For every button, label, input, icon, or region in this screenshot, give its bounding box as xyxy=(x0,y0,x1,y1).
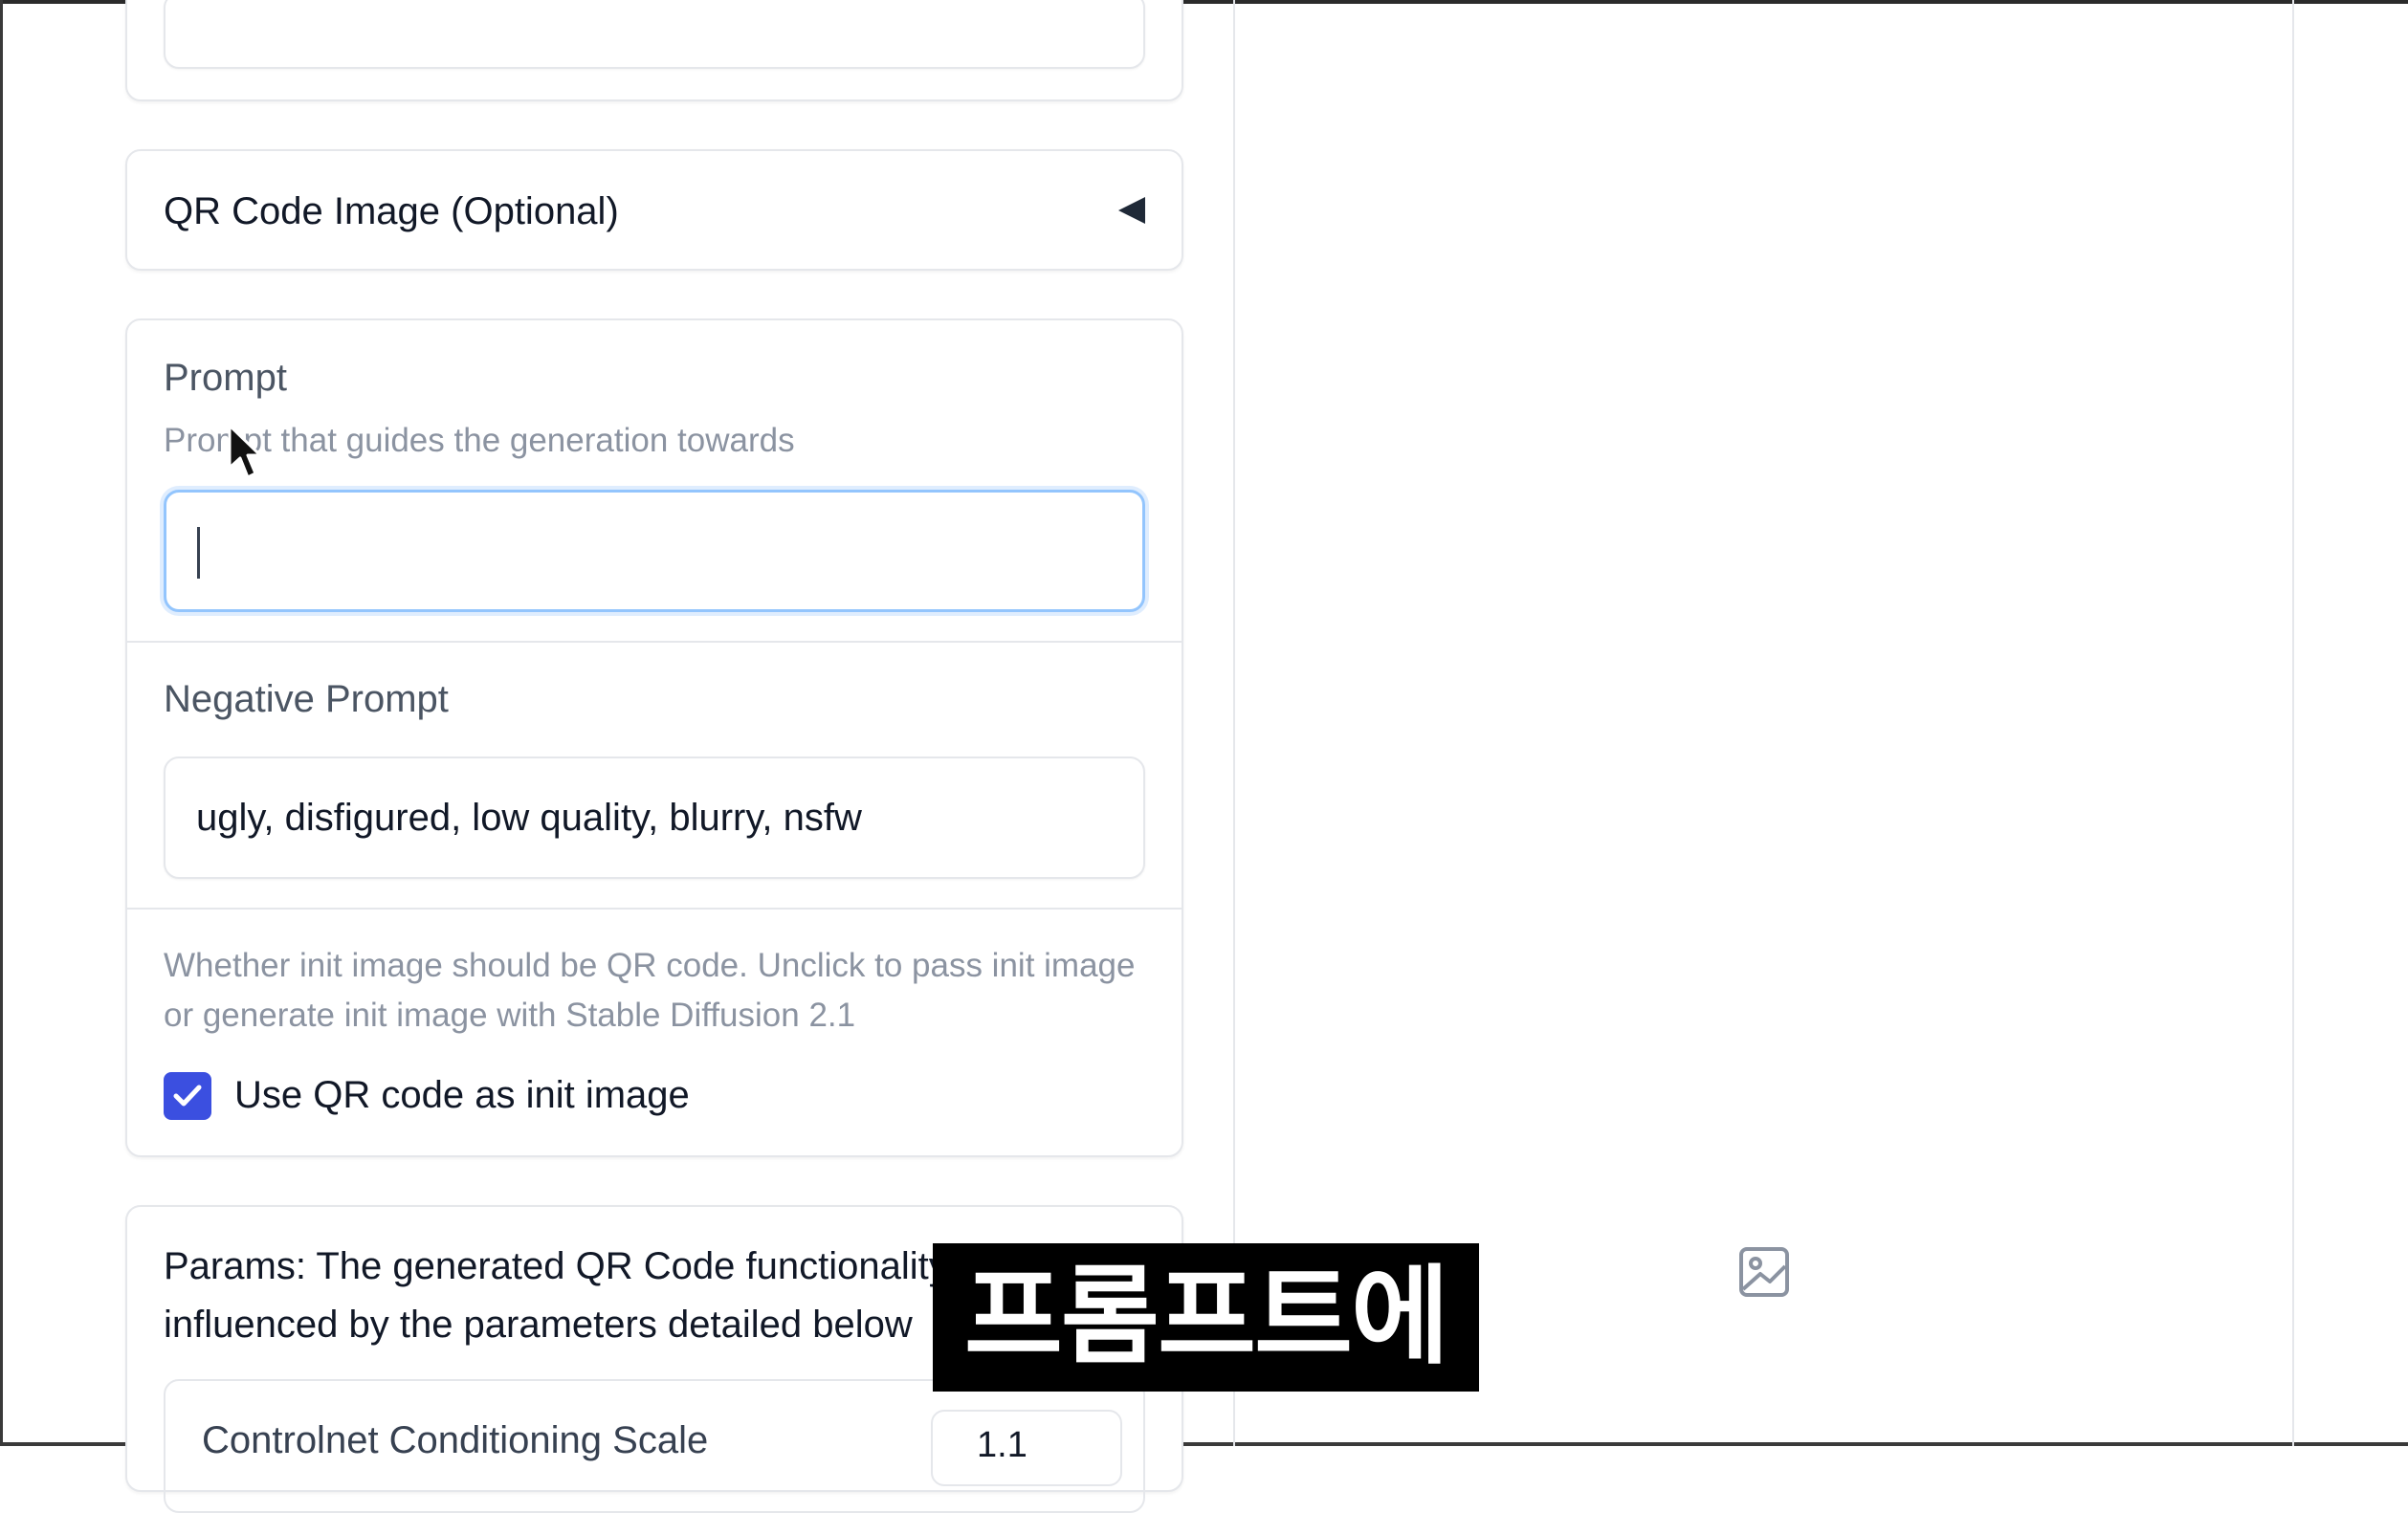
image-icon xyxy=(1737,1245,1791,1299)
controlnet-scale-label: Controlnet Conditioning Scale xyxy=(202,1419,709,1461)
subtitle-overlay: 프롬프트에 xyxy=(933,1243,1479,1392)
init-image-info-line2: or generate init image with Stable Diffu… xyxy=(164,997,856,1034)
upper-input-card xyxy=(125,0,1183,101)
right-column-divider xyxy=(2292,0,2294,1446)
qr-code-image-accordion[interactable]: QR Code Image (Optional) xyxy=(125,149,1183,271)
subtitle-text: 프롬프트에 xyxy=(963,1255,1449,1379)
prompt-settings-card: Prompt Prompt that guides the generation… xyxy=(125,318,1183,1157)
init-image-info-line1: Whether init image should be QR code. Un… xyxy=(164,947,1136,984)
negative-prompt-value: ugly, disfigured, low quality, blurry, n… xyxy=(196,797,862,839)
section-divider xyxy=(127,908,1182,910)
accordion-title: QR Code Image (Optional) xyxy=(164,190,619,232)
section-divider xyxy=(127,641,1182,643)
prompt-label: Prompt xyxy=(164,357,287,399)
checkmark-icon xyxy=(173,1085,202,1107)
use-qr-init-checkbox[interactable] xyxy=(164,1072,211,1120)
text-caret xyxy=(197,527,200,579)
negative-prompt-label: Negative Prompt xyxy=(164,678,449,720)
controlnet-scale-block: Controlnet Conditioning Scale 1.1 xyxy=(164,1379,1145,1513)
prompt-info: Prompt that guides the generation toward… xyxy=(164,422,795,459)
collapse-arrow-icon[interactable] xyxy=(1118,197,1145,224)
column-divider xyxy=(1233,0,1235,1446)
use-qr-init-label[interactable]: Use QR code as init image xyxy=(234,1074,690,1117)
window-left-edge xyxy=(0,0,3,1446)
controlnet-scale-number-input[interactable]: 1.1 xyxy=(931,1410,1122,1486)
negative-prompt-input[interactable]: ugly, disfigured, low quality, blurry, n… xyxy=(164,756,1145,879)
upper-input-field[interactable] xyxy=(164,0,1145,69)
prompt-input[interactable] xyxy=(164,490,1145,612)
